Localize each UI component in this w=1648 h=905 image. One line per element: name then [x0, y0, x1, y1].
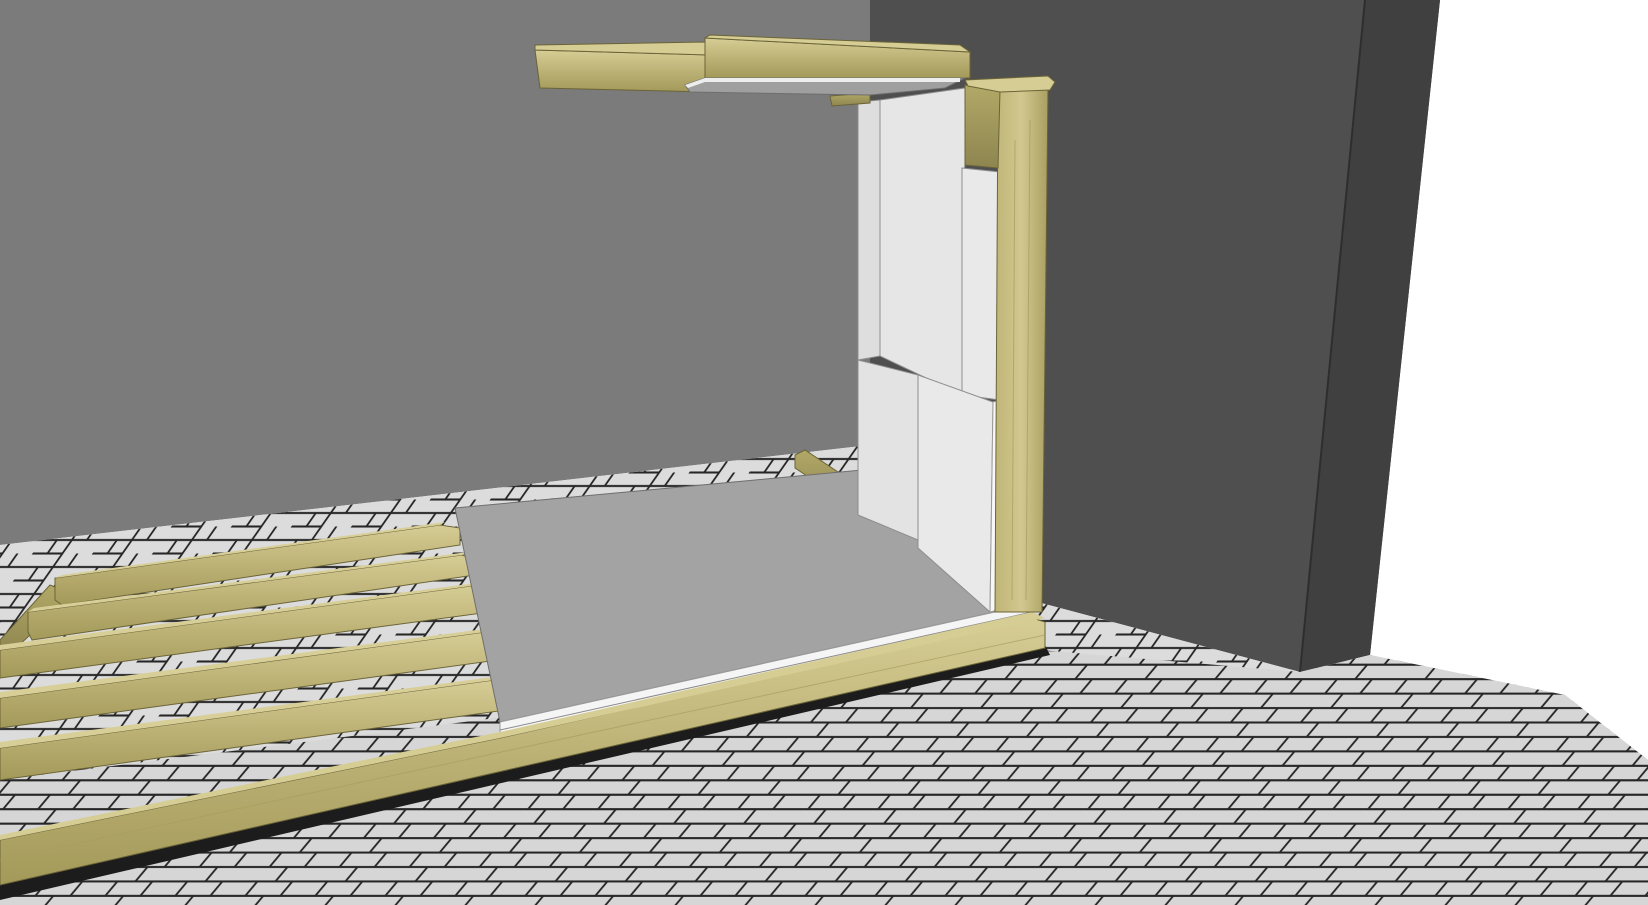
sketchup-viewport[interactable] [0, 0, 1648, 905]
3d-model-scene[interactable] [0, 0, 1648, 905]
